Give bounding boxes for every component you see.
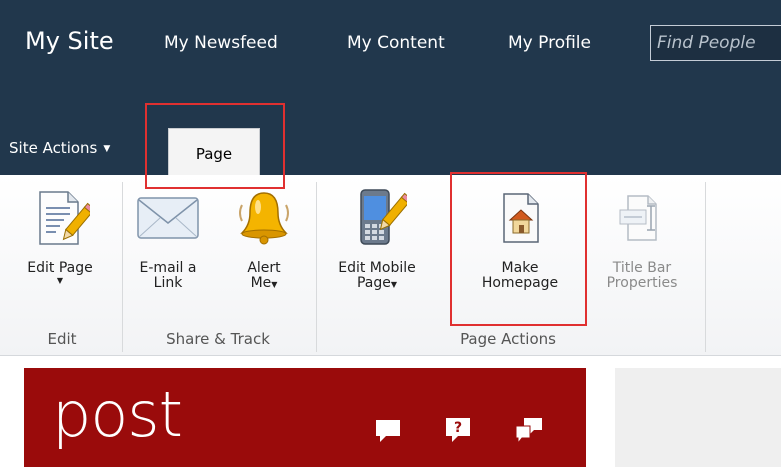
comment-icon[interactable] — [374, 416, 402, 444]
help-question-icon[interactable]: ? — [444, 416, 472, 444]
make-homepage-button[interactable]: Make Homepage — [460, 185, 580, 291]
make-homepage-label: Make Homepage — [481, 260, 559, 291]
find-people-input[interactable] — [651, 26, 781, 60]
edit-page-button[interactable]: Edit Page ▼ — [12, 185, 108, 285]
site-actions-menu[interactable]: Site Actions ▼ — [9, 139, 110, 157]
email-a-link-label: E-mail a Link — [139, 260, 197, 291]
group-divider — [122, 182, 123, 352]
dropdown-arrow-icon: ▼ — [390, 280, 398, 289]
content-panel: post ? — [24, 368, 586, 467]
dropdown-arrow-icon: ▼ — [56, 276, 64, 285]
post-title: post — [52, 378, 183, 451]
edit-mobile-page-icon — [360, 189, 407, 245]
dropdown-arrow-icon: ▼ — [271, 280, 278, 289]
find-people-search-box — [650, 25, 781, 61]
group-label-page-actions: Page Actions — [460, 330, 556, 348]
tab-page[interactable]: Page — [168, 128, 260, 175]
site-title[interactable]: My Site — [25, 27, 114, 55]
title-bar-properties-icon — [619, 195, 657, 241]
feedback-icon[interactable] — [514, 416, 544, 446]
nav-link-my-newsfeed[interactable]: My Newsfeed — [164, 33, 278, 53]
nav-link-my-profile[interactable]: My Profile — [508, 33, 591, 53]
top-bar: My Site My Newsfeed My Content My Profil… — [0, 0, 781, 175]
alert-bell-icon — [239, 192, 289, 245]
site-actions-label: Site Actions — [9, 139, 98, 157]
make-homepage-icon — [503, 193, 539, 243]
email-a-link-button[interactable]: E-mail a Link — [128, 185, 208, 291]
group-label-edit: Edit — [47, 330, 77, 348]
dropdown-arrow-icon: ▼ — [103, 144, 111, 154]
group-divider — [705, 182, 706, 352]
alert-me-label: Alert Me▼ — [247, 260, 281, 291]
group-label-share-track: Share & Track — [166, 330, 270, 348]
alert-me-button[interactable]: Alert Me▼ — [225, 185, 303, 292]
edit-page-label: Edit Page — [27, 260, 93, 276]
edit-mobile-page-label: Edit Mobile Page▼ — [338, 260, 416, 291]
group-divider — [316, 182, 317, 352]
edit-mobile-page-button[interactable]: Edit Mobile Page▼ — [322, 185, 432, 292]
title-bar-properties-button[interactable]: Title Bar Properties — [588, 185, 696, 291]
content-right-panel — [615, 368, 781, 467]
svg-text:?: ? — [454, 420, 462, 436]
edit-page-icon — [39, 191, 90, 245]
nav-link-my-content[interactable]: My Content — [347, 33, 445, 53]
email-envelope-icon — [137, 197, 199, 239]
title-bar-properties-label: Title Bar Properties — [606, 260, 678, 291]
